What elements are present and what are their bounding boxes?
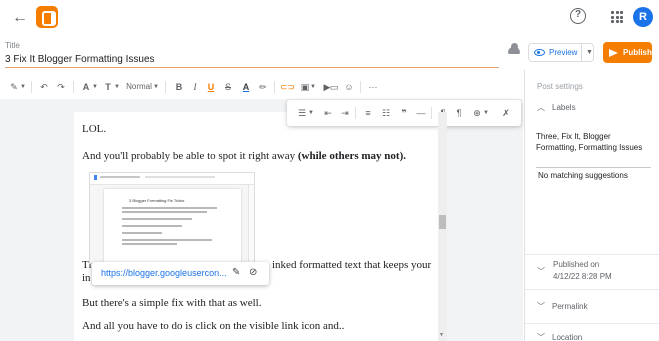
sidebar-heading: Post settings bbox=[537, 82, 583, 91]
account-avatar[interactable]: R bbox=[633, 7, 653, 27]
clear-format-icon[interactable]: ✗ bbox=[500, 104, 512, 122]
pencil-icon[interactable]: ✎ bbox=[232, 267, 243, 278]
post-title-input[interactable] bbox=[5, 51, 499, 68]
labels-section-header[interactable]: ︿ Labels bbox=[537, 102, 576, 113]
chevron-down-icon[interactable]: ▼ bbox=[92, 78, 98, 96]
align-icon[interactable]: ☰ bbox=[295, 104, 309, 122]
chevron-down-icon: ﹀ bbox=[537, 302, 545, 311]
jump-break-icon[interactable]: ▭ bbox=[328, 78, 340, 96]
labels-input[interactable]: Three, Fix It, Blogger Formatting, Forma… bbox=[536, 131, 651, 153]
bulleted-list-icon[interactable]: ☷ bbox=[380, 104, 392, 122]
chevron-down-icon: ﹀ bbox=[537, 267, 545, 276]
quote-icon[interactable]: ❞ bbox=[398, 104, 410, 122]
chevron-down-icon[interactable]: ▼ bbox=[586, 49, 593, 56]
font-size-icon[interactable]: T bbox=[102, 78, 114, 96]
title-label: Title bbox=[5, 41, 20, 50]
published-info: Published on 4/12/22 8:28 PM bbox=[553, 259, 612, 283]
link-url[interactable]: https://blogger.googleusercon... bbox=[101, 268, 227, 278]
preview-label: Preview bbox=[549, 48, 578, 57]
top-app-bar: ← ? R bbox=[0, 0, 659, 36]
blogger-logo-icon[interactable] bbox=[36, 6, 58, 28]
font-family-icon[interactable]: A bbox=[80, 78, 92, 96]
permalink-label: Permalink bbox=[552, 302, 588, 311]
embedded-screenshot-image[interactable]: 3 Blogger Formatting Fix Tricks bbox=[89, 172, 255, 264]
language-icon[interactable]: ⊕ bbox=[471, 104, 483, 122]
paragraph-5: And all you have to do is click on the v… bbox=[82, 320, 345, 332]
paragraph-style-select[interactable]: Normal bbox=[125, 78, 153, 96]
back-arrow-icon[interactable]: ← bbox=[10, 8, 30, 28]
chevron-down-icon[interactable]: ▼ bbox=[310, 78, 316, 96]
labels-title: Labels bbox=[552, 103, 576, 112]
indent-increase-icon[interactable]: ⇥ bbox=[339, 104, 351, 122]
permalink-section[interactable]: ﹀ Permalink bbox=[537, 301, 588, 312]
cloud-saved-icon bbox=[508, 43, 520, 54]
help-icon[interactable]: ? bbox=[570, 8, 586, 24]
paragraph-1: LOL. bbox=[82, 123, 107, 135]
chevron-down-icon[interactable]: ▼ bbox=[483, 104, 489, 122]
strikethrough-button[interactable]: S bbox=[222, 78, 234, 96]
emoji-icon[interactable]: ☺ bbox=[343, 78, 355, 96]
chevron-up-icon: ︿ bbox=[537, 103, 545, 112]
link-popup: https://blogger.googleusercon... ✎ ⊘ bbox=[92, 262, 269, 285]
more-options-icon[interactable]: ··· bbox=[366, 78, 380, 96]
paragraph-4: But there's a simple fix with that as we… bbox=[82, 297, 262, 309]
send-icon bbox=[609, 48, 618, 57]
published-label: Published on bbox=[553, 260, 600, 269]
chevron-down-icon: ﹀ bbox=[537, 333, 545, 341]
chevron-down-icon[interactable]: ▼ bbox=[153, 78, 159, 96]
post-settings-sidebar: Post settings ︿ Labels Three, Fix It, Bl… bbox=[524, 70, 659, 341]
undo-icon[interactable]: ↶ bbox=[38, 78, 50, 96]
scroll-down-icon[interactable]: ▼ bbox=[439, 332, 444, 338]
preview-button[interactable]: Preview ▼ bbox=[528, 43, 594, 62]
italic-button[interactable]: I bbox=[190, 78, 200, 96]
paragraph-3-line2: in bbox=[82, 272, 91, 284]
publish-button[interactable]: Publish bbox=[603, 42, 652, 63]
published-section[interactable]: ﹀ bbox=[537, 266, 545, 277]
location-section[interactable]: ﹀ Location bbox=[537, 332, 582, 341]
publish-label: Publish bbox=[623, 48, 652, 57]
paragraph-toolbar: ☰ ▼ ⇤ ⇥ ≡ ☷ ❞ — ¶ ¶ ⊕ ▼ ✗ bbox=[287, 100, 521, 126]
chevron-down-icon[interactable]: ▼ bbox=[114, 78, 120, 96]
text-color-button[interactable]: A bbox=[240, 78, 252, 96]
highlighter-icon[interactable]: ✏ bbox=[257, 78, 269, 96]
numbered-list-icon[interactable]: ≡ bbox=[362, 104, 374, 122]
link-icon[interactable]: ⊂⊃ bbox=[280, 78, 295, 96]
published-value: 4/12/22 8:28 PM bbox=[553, 272, 612, 281]
unlink-icon[interactable]: ⊘ bbox=[249, 267, 261, 279]
no-match-text: No matching suggestions bbox=[538, 171, 628, 180]
paragraph-2: And you'll probably be able to spot it r… bbox=[82, 150, 406, 162]
chevron-down-icon[interactable]: ▼ bbox=[20, 78, 26, 96]
underline-button[interactable]: U bbox=[205, 78, 217, 96]
formatting-toolbar: ✎ ▼ ↶ ↷ A ▼ T ▼ Normal ▼ B I U S A ✏ ⊂⊃ … bbox=[0, 78, 523, 96]
paragraph-3-end: inked formatted text that keeps your bbox=[272, 259, 432, 271]
scrollbar-thumb[interactable] bbox=[439, 215, 446, 229]
bold-text: (while others may not). bbox=[297, 150, 406, 162]
chevron-down-icon[interactable]: ▼ bbox=[308, 104, 314, 122]
pen-icon[interactable]: ✎ bbox=[7, 78, 21, 96]
redo-icon[interactable]: ↷ bbox=[55, 78, 67, 96]
rtl-icon[interactable]: ¶ bbox=[453, 104, 465, 122]
horizontal-rule-icon[interactable]: — bbox=[415, 104, 427, 122]
indent-decrease-icon[interactable]: ⇤ bbox=[322, 104, 334, 122]
apps-grid-icon[interactable] bbox=[611, 11, 623, 23]
eye-icon bbox=[534, 49, 545, 56]
bold-button[interactable]: B bbox=[173, 78, 185, 96]
embedded-doc-title: 3 Blogger Formatting Fix Tricks bbox=[129, 198, 185, 203]
location-label: Location bbox=[552, 333, 583, 341]
